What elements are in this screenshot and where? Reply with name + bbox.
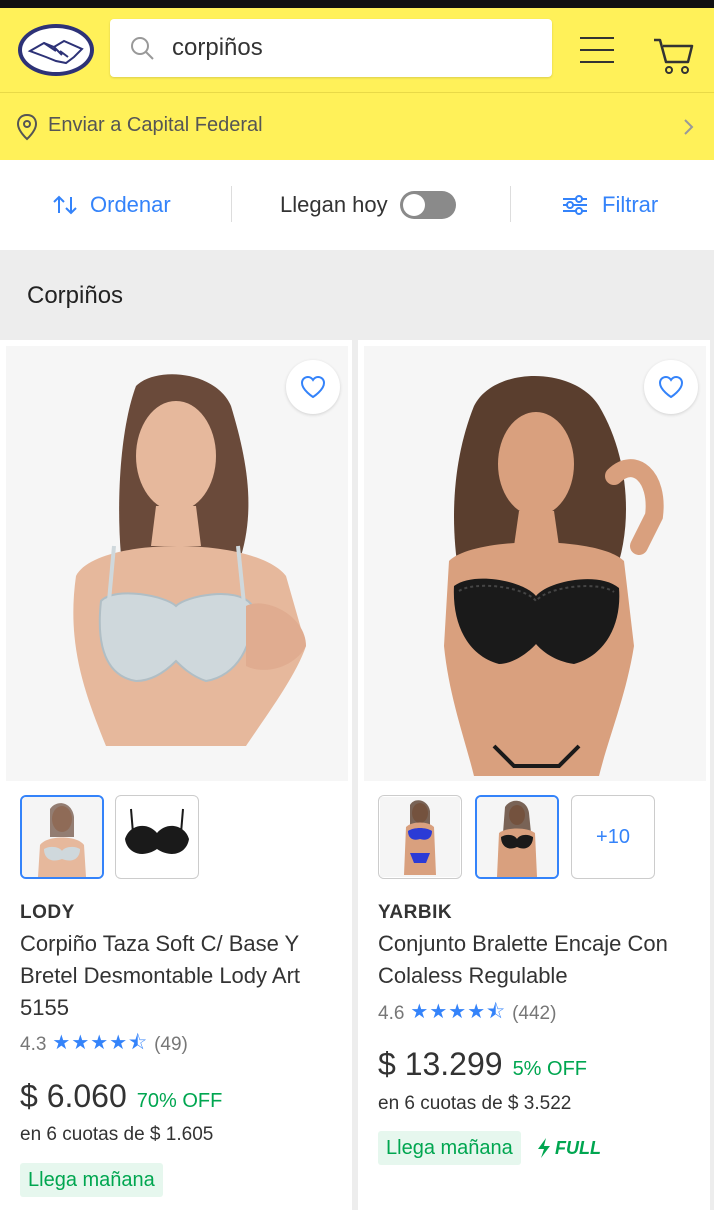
product-card[interactable]: LODY Corpiño Taza Soft C/ Base Y Bretel … [0, 340, 352, 1210]
header: corpiños [0, 8, 714, 92]
installments: en 6 cuotas de $ 3.522 [378, 1093, 572, 1114]
thumbnail-image [380, 797, 460, 877]
more-thumbnails-count: +10 [596, 825, 630, 848]
thumbnail-image [22, 797, 102, 877]
product-brand: YARBIK [378, 902, 453, 923]
full-label: FULL [555, 1137, 601, 1158]
thumbnail-image [477, 797, 557, 877]
toggle-switch[interactable] [399, 191, 456, 219]
product-card[interactable]: +10 YARBIK Conjunto Bralette Encaje Con … [358, 340, 710, 1210]
search-input[interactable]: corpiños [172, 34, 263, 62]
heart-icon [300, 375, 326, 399]
thumbnail[interactable] [115, 795, 199, 879]
product-price: $ 13.299 5% OFF [378, 1046, 587, 1083]
rating-value: 4.6 [378, 1003, 405, 1024]
delivery-badge: Llega mañana [378, 1131, 521, 1165]
filter-button[interactable]: Filtrar [562, 160, 658, 250]
thumbnail[interactable] [20, 795, 104, 879]
mercadolibre-logo[interactable] [16, 21, 96, 79]
location-pin-icon [16, 113, 38, 141]
product-price: $ 6.060 70% OFF [20, 1078, 222, 1115]
thumbnail[interactable] [475, 795, 559, 879]
product-image[interactable] [364, 346, 706, 781]
discount-badge: 70% OFF [136, 1090, 223, 1112]
product-rating: 4.6 ★★★★⯪ (442) [378, 997, 556, 1031]
menu-icon[interactable] [578, 34, 616, 66]
status-bar [0, 0, 714, 8]
product-brand: LODY [20, 902, 75, 923]
sort-label: Ordenar [90, 192, 171, 217]
favorite-button[interactable] [644, 360, 698, 414]
price-amount: $ 13.299 [378, 1046, 503, 1082]
heart-icon [658, 375, 684, 399]
chevron-right-icon [684, 119, 694, 135]
location-label: Enviar a Capital Federal [48, 114, 263, 136]
delivery-badge: Llega mañana [20, 1163, 163, 1197]
delivery-location[interactable]: Enviar a Capital Federal [0, 92, 714, 160]
star-rating-icon: ★★★★⯪ [52, 1032, 149, 1054]
discount-badge: 5% OFF [512, 1058, 588, 1080]
filter-bar: Ordenar Llegan hoy Filtrar [0, 160, 714, 250]
product-title[interactable]: Conjunto Bralette Encaje Con Colaless Re… [378, 928, 698, 992]
product-grid: LODY Corpiño Taza Soft C/ Base Y Bretel … [0, 340, 714, 1210]
sort-button[interactable]: Ordenar [52, 160, 171, 250]
product-rating: 4.3 ★★★★⯪ (49) [20, 1028, 188, 1062]
favorite-button[interactable] [286, 360, 340, 414]
arrive-today-toggle[interactable]: Llegan hoy [280, 160, 456, 250]
sliders-icon [563, 195, 587, 215]
divider [231, 186, 232, 222]
filter-label: Filtrar [602, 192, 659, 217]
thumbnail-image [117, 797, 197, 877]
star-rating-icon: ★★★★⯪ [410, 1001, 507, 1023]
arrive-today-label: Llegan hoy [280, 192, 388, 217]
rating-value: 4.3 [20, 1034, 47, 1055]
review-count: (442) [512, 1003, 557, 1024]
full-shipping-badge: FULL [536, 1137, 601, 1159]
price-amount: $ 6.060 [20, 1078, 127, 1114]
sort-arrows-icon [53, 195, 77, 215]
search-bar[interactable]: corpiños [110, 19, 552, 77]
product-image[interactable] [6, 346, 348, 781]
model-photo [364, 346, 706, 781]
lightning-icon [538, 1138, 550, 1158]
search-icon [131, 37, 154, 60]
section-title: Corpiños [27, 282, 124, 309]
divider [510, 186, 511, 222]
product-title[interactable]: Corpiño Taza Soft C/ Base Y Bretel Desmo… [20, 928, 340, 1024]
more-thumbnails[interactable]: +10 [571, 795, 655, 879]
installments: en 6 cuotas de $ 1.605 [20, 1124, 214, 1145]
thumbnail[interactable] [378, 795, 462, 879]
cart-icon[interactable] [652, 32, 696, 76]
review-count: (49) [154, 1034, 188, 1055]
model-photo [6, 346, 348, 781]
